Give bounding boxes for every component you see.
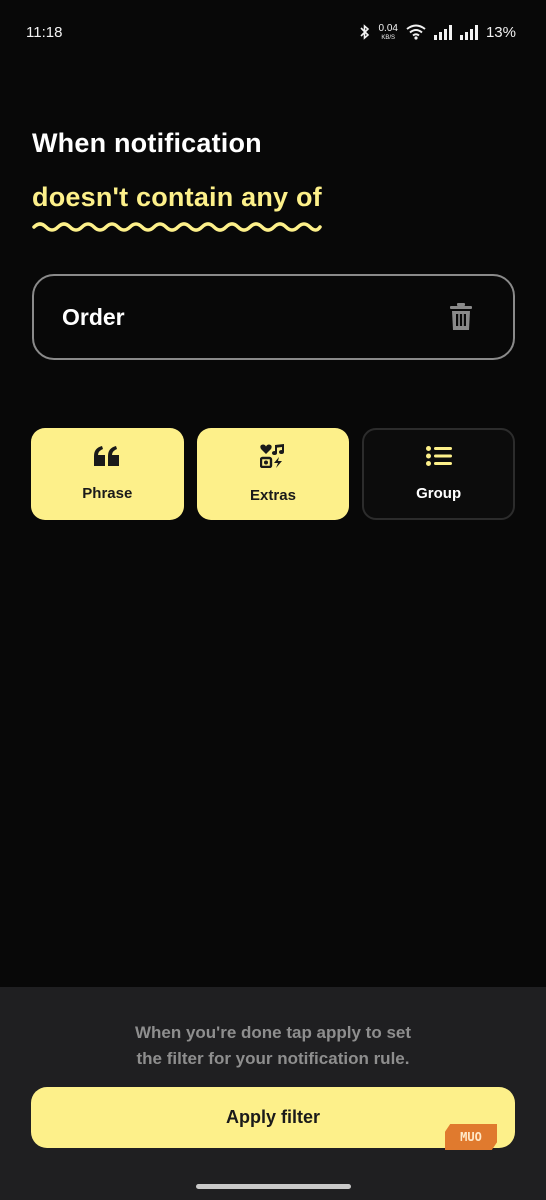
group-option-button[interactable]: Group [362, 428, 515, 520]
signal-icon [459, 24, 478, 40]
battery-level: 13% [485, 23, 516, 41]
extras-option-button[interactable]: Extras [196, 428, 350, 520]
bluetooth-icon [359, 24, 371, 40]
phrase-option-label: Phrase [82, 485, 133, 502]
status-time: 11:18 [26, 23, 63, 41]
phrase-option-button[interactable]: Phrase [31, 428, 184, 520]
page-title: When notification [32, 128, 262, 158]
squiggle-underline [32, 222, 322, 232]
extras-option-label: Extras [250, 487, 296, 504]
status-bar: 11:18 0.04 KB/S 13% [0, 0, 546, 64]
home-indicator[interactable] [196, 1184, 351, 1189]
net-speed-value: 0.04 [378, 22, 398, 34]
filter-term-card[interactable]: Order [32, 274, 515, 360]
trash-icon[interactable] [449, 303, 473, 331]
apply-hint-line1: When you're done tap apply to set [134, 1023, 412, 1042]
muo-watermark-logo: MUO [445, 1124, 497, 1150]
signal-icon [433, 24, 452, 40]
filter-term-text: Order [62, 303, 125, 330]
group-option-label: Group [416, 485, 462, 502]
quote-icon [94, 446, 120, 471]
apply-hint-line2: the filter for your notification rule. [136, 1049, 410, 1068]
apply-filter-button[interactable]: Apply filter [31, 1087, 515, 1148]
apply-hint: When you're done tap apply to set the fi… [0, 1020, 546, 1072]
net-speed-unit: KB/S [381, 34, 396, 41]
condition-selector[interactable]: doesn't contain any of [32, 182, 322, 213]
network-speed: 0.04 KB/S [378, 22, 398, 41]
extras-icon [259, 444, 286, 473]
filter-type-options: Phrase Extras Group [31, 428, 515, 520]
list-icon [425, 446, 452, 471]
wifi-icon [406, 24, 426, 40]
status-icons: 0.04 KB/S 13% [359, 22, 516, 41]
